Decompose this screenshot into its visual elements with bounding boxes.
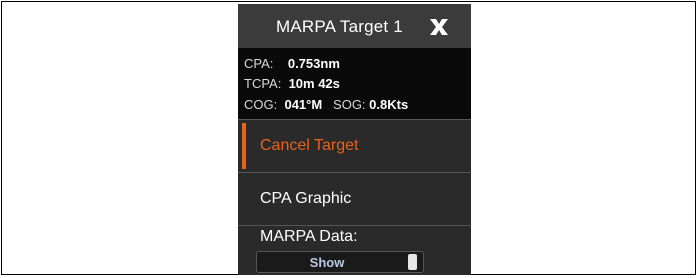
cpa-row: CPA: 0.753nm (244, 56, 340, 71)
cog-value: 041°M (284, 97, 323, 112)
toggle-knob[interactable] (408, 254, 417, 270)
dialog-title: MARPA Target 1 (276, 17, 403, 36)
cpa-value: 0.753nm (287, 56, 340, 71)
tcpa-value: 10m 42s (288, 76, 340, 91)
target-info-panel: CPA: 0.753nm TCPA: 10m 42s COG: 041°M SO… (238, 48, 471, 119)
sog-value: 0.8Kts (369, 97, 409, 112)
selection-indicator (242, 123, 246, 169)
marpa-data-label: MARPA Data: (260, 228, 358, 245)
toggle-value: Show (309, 255, 345, 270)
cancel-target-button[interactable]: Cancel Target (238, 120, 471, 172)
dialog-titlebar: MARPA Target 1 (238, 4, 471, 48)
cog-sog-row: COG: 041°M SOG: 0.8Kts (244, 97, 408, 112)
tcpa-row: TCPA: 10m 42s (244, 76, 340, 91)
close-icon[interactable] (428, 16, 450, 38)
cpa-label: CPA: (244, 56, 274, 71)
marpa-data-toggle[interactable]: Show (256, 251, 424, 273)
sog-label: SOG: (333, 97, 366, 112)
cog-label: COG: (244, 97, 278, 112)
marpa-target-dialog: MARPA Target 1 CPA: 0.753nm TCPA: 10m 42… (238, 4, 471, 275)
cancel-target-label: Cancel Target (260, 137, 359, 154)
tcpa-label: TCPA: (244, 76, 282, 91)
cpa-graphic-label: CPA Graphic (260, 190, 352, 207)
divider (238, 225, 471, 226)
cpa-graphic-button[interactable]: CPA Graphic (238, 173, 471, 225)
